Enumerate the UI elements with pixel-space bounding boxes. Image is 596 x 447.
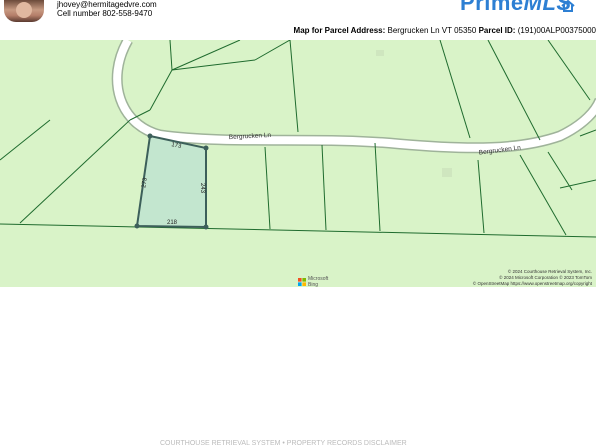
- agent-avatar: [4, 0, 44, 22]
- address-label: Map for Parcel Address:: [293, 26, 386, 35]
- building-footprint: [376, 50, 384, 56]
- house-icon: [561, 0, 575, 12]
- parcel-id-label: Parcel ID:: [478, 26, 516, 35]
- report-header: jhovey@hermitagedvre.com Cell number 802…: [0, 0, 596, 40]
- parcel-address: Bergrucken Ln VT 05350: [387, 26, 477, 35]
- edge-label-bottom: 218: [167, 220, 178, 226]
- map-title: Map for Parcel Address: Bergrucken Ln VT…: [294, 26, 596, 35]
- ms-sub: Bing: [308, 282, 319, 288]
- map-canvas[interactable]: 173 273 243 218 Bergrucken Ln Bergrucken…: [0, 40, 596, 287]
- agent-phone: Cell number 802-558-9470: [57, 9, 153, 18]
- land-area: [0, 40, 596, 287]
- parcel-id: (191)00ALP00375000: [517, 26, 596, 35]
- agent-contact: jhovey@hermitagedvre.com Cell number 802…: [57, 0, 157, 18]
- brand-prefix: Prime: [460, 0, 524, 15]
- agent-email[interactable]: jhovey@hermitagedvre.com: [57, 0, 157, 9]
- primemls-logo: PrimeMLS: [460, 0, 590, 18]
- parcel-map[interactable]: 173 273 243 218 Bergrucken Ln Bergrucken…: [0, 40, 596, 287]
- building-footprint: [442, 168, 452, 177]
- microsoft-bing-credit: Microsoft Bing: [308, 276, 328, 288]
- microsoft-logo-icon: [298, 278, 306, 286]
- edge-label-right: 243: [199, 183, 205, 194]
- map-attribution: © 2024 Courthouse Retrieval System, Inc.…: [473, 269, 592, 287]
- attribution-osm[interactable]: © OpenStreetMap https://www.openstreetma…: [473, 281, 592, 287]
